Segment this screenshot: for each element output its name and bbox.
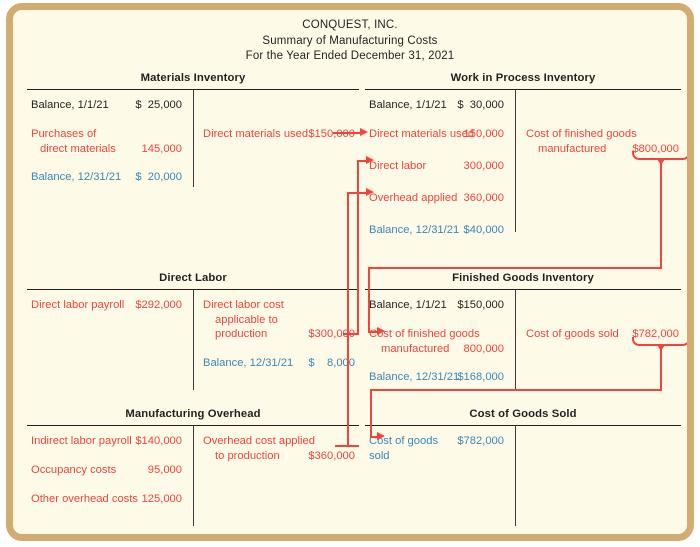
- account-cost-of-goods-sold: Cost of Goods Sold Cost of goods sold $7…: [365, 408, 681, 526]
- flow-arrow-cost-of-finished-goods-manufactured: [377, 326, 385, 335]
- row-amount: 150,000: [463, 128, 504, 140]
- row-label: Balance, 12/31/21: [31, 171, 122, 183]
- flow-line-cfgm-vertical-up-left: [368, 267, 371, 333]
- account-center-divider: [515, 89, 516, 232]
- account-title: Finished Goods Inventory: [452, 272, 594, 284]
- row-label: Overhead cost applied: [203, 435, 315, 447]
- row-amount: $ 20,000: [135, 171, 182, 183]
- row-label: Direct labor cost: [203, 299, 284, 311]
- row-amount: $150,000: [308, 128, 355, 140]
- row-amount: 95,000: [147, 464, 182, 476]
- row-amount: 145,000: [141, 142, 182, 155]
- account-top-rule: [365, 425, 681, 426]
- row-label: Direct materials used: [369, 128, 475, 140]
- row-label: Cost of finished goods: [369, 328, 480, 340]
- account-center-divider: [193, 289, 194, 390]
- row-label-cont: to production: [215, 449, 280, 462]
- account-materials-inventory: Materials Inventory Balance, 1/1/21 $ 25…: [27, 72, 359, 187]
- company-name: CONQUEST, INC.: [302, 19, 398, 31]
- row-label: Balance, 1/1/21: [369, 299, 447, 311]
- account-title: Cost of Goods Sold: [469, 408, 577, 420]
- account-finished-goods-inventory: Finished Goods Inventory Balance, 1/1/21…: [365, 272, 681, 390]
- row-amount: $40,000: [463, 224, 504, 236]
- row-label: Cost of goods sold: [526, 328, 619, 340]
- row-label-cont: manufactured: [381, 342, 450, 355]
- row-amount: 300,000: [463, 160, 504, 172]
- row-amount: 125,000: [141, 493, 182, 505]
- row-amount: $360,000: [308, 449, 355, 462]
- row-label: Overhead applied: [369, 192, 458, 204]
- row-amount: 800,000: [463, 342, 504, 355]
- account-center-divider: [515, 425, 516, 526]
- diagram-frame: CONQUEST, INC. Summary of Manufacturing …: [6, 3, 694, 541]
- row-amount: 360,000: [463, 192, 504, 204]
- row-label: Balance, 1/1/21: [369, 99, 447, 111]
- row-label: Occupancy costs: [31, 464, 117, 476]
- account-center-divider: [193, 425, 194, 526]
- flow-line-cfgm-horizontal: [368, 267, 662, 270]
- row-label: Balance, 1/1/21: [31, 99, 109, 111]
- flow-arrow-cost-of-goods-sold: [377, 431, 385, 440]
- diagram-canvas: CONQUEST, INC. Summary of Manufacturing …: [13, 10, 687, 534]
- flow-arrow-overhead-applied: [366, 187, 374, 196]
- row-label: Direct materials used: [203, 128, 309, 140]
- flow-line-overhead-vertical: [347, 192, 350, 447]
- account-title: Direct Labor: [159, 272, 227, 284]
- flow-arrow-direct-materials-used: [360, 127, 368, 136]
- flow-line-direct-labor-vertical: [357, 160, 360, 335]
- account-title: Materials Inventory: [140, 72, 246, 84]
- account-center-divider: [515, 289, 516, 390]
- row-amount: $292,000: [135, 299, 182, 311]
- diagram-title-block: CONQUEST, INC. Summary of Manufacturing …: [13, 18, 687, 65]
- row-amount: $ 25,000: [135, 99, 182, 111]
- row-amount: $140,000: [135, 435, 182, 447]
- row-label: Balance, 12/31/21: [369, 224, 460, 236]
- row-label: Other overhead costs: [31, 493, 138, 505]
- row-label-cont: sold: [369, 449, 390, 462]
- account-title: Work in Process Inventory: [450, 72, 596, 84]
- flow-line-cogs-vertical-up-left: [370, 389, 373, 438]
- row-label: Cost of finished goods: [526, 128, 637, 140]
- flow-line-direct-materials-used: [333, 132, 360, 135]
- row-label-cont: direct materials: [40, 142, 116, 155]
- row-amount: $150,000: [457, 299, 504, 311]
- row-label-cont2: production: [215, 328, 268, 340]
- account-top-rule: [365, 289, 681, 290]
- row-label: Balance, 12/31/21: [203, 357, 294, 369]
- row-label: Indirect labor payroll: [31, 435, 132, 447]
- row-label: Purchases of: [31, 128, 97, 140]
- row-label-cont: manufactured: [538, 142, 607, 155]
- report-subtitle: Summary of Manufacturing Costs: [262, 34, 438, 47]
- flow-arrow-direct-labor: [366, 155, 374, 164]
- account-top-rule: [365, 89, 681, 90]
- account-direct-labor: Direct Labor Direct labor payroll $292,0…: [27, 272, 359, 390]
- flow-line-cfgm-vertical-down: [659, 160, 662, 269]
- account-center-divider: [193, 89, 194, 187]
- row-amount: $ 30,000: [457, 99, 504, 111]
- flow-line-cogs-horizontal: [370, 389, 662, 392]
- flow-line-cogs-vertical-down: [659, 346, 662, 391]
- row-label: Direct labor: [369, 160, 427, 172]
- account-title: Manufacturing Overhead: [125, 408, 261, 420]
- account-manufacturing-overhead: Manufacturing Overhead Indirect labor pa…: [27, 408, 359, 526]
- row-label: Balance, 12/31/21: [369, 371, 460, 383]
- row-amount: $782,000: [457, 435, 504, 447]
- report-period: For the Year Ended December 31, 2021: [245, 50, 455, 62]
- row-label-cont: applicable to: [215, 313, 278, 326]
- row-label: Direct labor payroll: [31, 299, 125, 311]
- row-amount: $168,000: [457, 371, 504, 383]
